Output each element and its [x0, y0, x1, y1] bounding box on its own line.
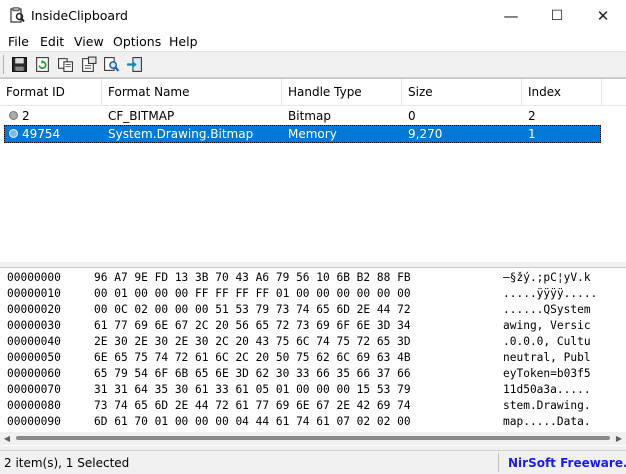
list-header: Format ID Format Name Handle Type Size I… [0, 79, 626, 106]
column-header-format-name[interactable]: Format Name [102, 79, 282, 105]
minimize-button[interactable]: — [488, 0, 534, 31]
hex-bytes: 65 79 54 6F 6B 65 6E 3D 62 30 33 66 35 6… [94, 367, 411, 380]
column-header-size[interactable]: Size [402, 79, 522, 105]
hex-ascii: neutral, Publ [503, 351, 591, 364]
status-bar: 2 item(s), 1 Selected NirSoft Freeware. … [0, 450, 626, 474]
menu-view[interactable]: View [74, 34, 104, 49]
cell-index: 1 [528, 127, 536, 141]
toolbar-grip [3, 55, 4, 74]
hex-bytes: 6D 61 70 01 00 00 00 04 44 61 74 61 07 0… [94, 415, 411, 428]
cell-handle-type: Bitmap [288, 109, 331, 123]
window-title: InsideClipboard [31, 8, 128, 23]
cell-size: 9,270 [408, 127, 443, 141]
column-header-handle-type[interactable]: Handle Type [282, 79, 402, 105]
title-bar: InsideClipboard — ☐ ✕ [0, 0, 626, 31]
find-icon[interactable] [103, 56, 120, 73]
toolbar [0, 52, 626, 78]
close-button[interactable]: ✕ [580, 0, 626, 31]
hex-ascii: stem.Drawing. [503, 399, 591, 412]
scrollbar-thumb[interactable] [16, 436, 610, 440]
hex-bytes: 2E 30 2E 30 2E 30 2C 20 43 75 6C 74 75 7… [94, 335, 411, 348]
cell-index: 2 [528, 109, 536, 123]
table-row-selected[interactable]: 49754 System.Drawing.Bitmap Memory 9,270… [4, 125, 601, 143]
copy-icon[interactable] [57, 56, 74, 73]
hex-bytes: 6E 65 75 74 72 61 6C 2C 20 50 75 62 6C 6… [94, 351, 411, 364]
cell-format-name: System.Drawing.Bitmap [108, 127, 254, 141]
cell-format-name: CF_BITMAP [108, 109, 175, 123]
cell-format-id: 2 [22, 109, 30, 123]
hex-ascii: .....ÿÿÿÿ..... [503, 287, 598, 300]
hex-bytes: 73 74 65 6D 2E 44 72 61 77 69 6E 67 2E 4… [94, 399, 411, 412]
status-divider [498, 453, 499, 472]
scroll-right-icon[interactable]: ▶ [612, 432, 626, 445]
properties-icon[interactable] [80, 56, 97, 73]
hex-bytes: 61 77 69 6E 67 2C 20 56 65 72 73 69 6F 6… [94, 319, 411, 332]
save-icon[interactable] [11, 56, 28, 73]
menu-help[interactable]: Help [169, 34, 198, 49]
hex-ascii: .0.0.0, Cultu [503, 335, 591, 348]
menu-file[interactable]: File [8, 34, 29, 49]
hex-ascii: awing, Versic [503, 319, 591, 332]
hex-offset: 00000050 [7, 351, 61, 364]
hex-offset: 00000060 [7, 367, 61, 380]
menu-options[interactable]: Options [113, 34, 161, 49]
nirsoft-link[interactable]: NirSoft Freeware. htt [508, 456, 626, 470]
hex-ascii: map.....Data. [503, 415, 591, 428]
cell-format-id: 49754 [22, 127, 61, 141]
clipboard-formats-list[interactable]: Format ID Format Name Handle Type Size I… [0, 78, 626, 264]
hex-offset: 00000000 [7, 271, 61, 284]
hex-bytes: 00 01 00 00 00 FF FF FF FF 01 00 00 00 0… [94, 287, 411, 300]
status-item-count: 2 item(s), 1 Selected [4, 456, 130, 470]
column-header-index[interactable]: Index [522, 79, 602, 105]
hex-dump-pane[interactable]: 00000000 96 A7 9E FD 13 3B 70 43 A6 79 56… [0, 267, 626, 446]
hex-ascii: ......QSystem [503, 303, 591, 316]
hex-offset: 00000090 [7, 415, 61, 428]
hex-bytes: 31 31 64 35 30 61 33 61 05 01 00 00 00 1… [94, 383, 411, 396]
hex-offset: 00000070 [7, 383, 61, 396]
hex-offset: 00000080 [7, 399, 61, 412]
column-header-format-id[interactable]: Format ID [0, 79, 102, 105]
hex-offset: 00000020 [7, 303, 61, 316]
hex-ascii: 11d50a3a..... [503, 383, 591, 396]
table-row[interactable]: 2 CF_BITMAP Bitmap 0 2 [4, 107, 601, 125]
format-status-icon [9, 111, 18, 120]
cell-size: 0 [408, 109, 416, 123]
hex-ascii: –§žý.;pC¦yV.k [503, 271, 591, 284]
hex-bytes: 96 A7 9E FD 13 3B 70 43 A6 79 56 10 6B B… [94, 271, 411, 284]
hex-offset: 00000030 [7, 319, 61, 332]
exit-icon[interactable] [126, 56, 143, 73]
scroll-left-icon[interactable]: ◀ [0, 432, 14, 445]
cell-handle-type: Memory [288, 127, 337, 141]
horizontal-scrollbar[interactable]: ◀ ▶ [0, 432, 626, 445]
refresh-icon[interactable] [34, 56, 51, 73]
hex-offset: 00000040 [7, 335, 61, 348]
menu-bar: File Edit View Options Help [0, 31, 626, 52]
hex-bytes: 00 0C 02 00 00 00 51 53 79 73 74 65 6D 2… [94, 303, 411, 316]
maximize-button[interactable]: ☐ [534, 0, 580, 31]
format-status-icon [9, 129, 18, 138]
hex-offset: 00000010 [7, 287, 61, 300]
clipboard-magnifier-icon [10, 7, 25, 23]
hex-ascii: eyToken=b03f5 [503, 367, 591, 380]
menu-edit[interactable]: Edit [40, 34, 64, 49]
